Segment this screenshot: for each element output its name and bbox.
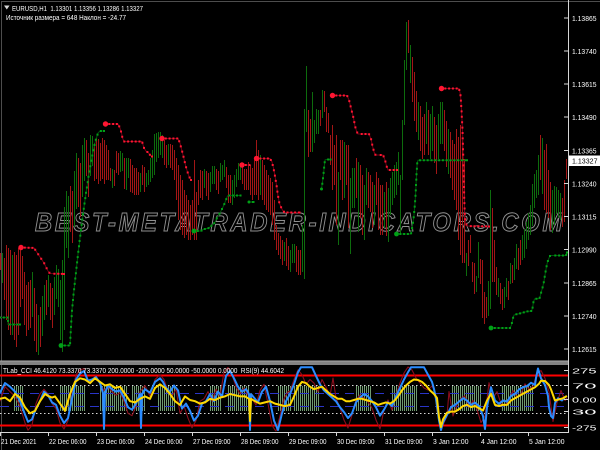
- svg-text:22 Dec 06:00: 22 Dec 06:00: [49, 437, 87, 446]
- svg-text:1.12990: 1.12990: [572, 245, 597, 254]
- svg-text:1.12615: 1.12615: [572, 345, 597, 354]
- svg-text:1.13615: 1.13615: [572, 80, 597, 89]
- svg-text:1.12740: 1.12740: [572, 312, 597, 321]
- svg-text:3 Jan 12:00: 3 Jan 12:00: [433, 437, 469, 446]
- svg-text:21 Dec 2021: 21 Dec 2021: [1, 437, 37, 446]
- svg-text:1.13490: 1.13490: [572, 113, 597, 122]
- svg-text:29 Dec 09:00: 29 Dec 09:00: [289, 437, 327, 446]
- svg-text:Источник размера = 648 Наклон: Источник размера = 648 Наклон = -24.77: [6, 13, 126, 22]
- svg-text:70: 70: [572, 381, 597, 390]
- svg-text:31 Dec 09:00: 31 Dec 09:00: [385, 437, 423, 446]
- svg-text:30: 30: [572, 407, 597, 416]
- svg-text:23 Dec 06:00: 23 Dec 06:00: [97, 437, 135, 446]
- svg-text:EURUSD,H1 1.13301 1.13356 1.1: EURUSD,H1 1.13301 1.13356 1.13286 1.1332…: [12, 4, 143, 13]
- svg-text:0.00: 0.00: [572, 395, 597, 404]
- svg-text:5 Jan 12:00: 5 Jan 12:00: [529, 437, 565, 446]
- svg-text:1.12865: 1.12865: [572, 279, 597, 288]
- svg-text:4 Jan 12:00: 4 Jan 12:00: [481, 437, 517, 446]
- svg-text:1.13740: 1.13740: [572, 47, 597, 56]
- svg-text:27 Dec 09:00: 27 Dec 09:00: [193, 437, 231, 446]
- svg-text:TLab_CCI 46.4120 73.3370 73.33: TLab_CCI 46.4120 73.3370 73.3370 200.000…: [3, 366, 284, 375]
- svg-text:1.13365: 1.13365: [572, 146, 597, 155]
- svg-text:1.13240: 1.13240: [572, 179, 597, 188]
- svg-text:1.13115: 1.13115: [572, 212, 597, 221]
- svg-text:1.13865: 1.13865: [572, 14, 597, 23]
- svg-text:24 Dec 06:00: 24 Dec 06:00: [145, 437, 183, 446]
- svg-text:275: 275: [572, 366, 597, 375]
- svg-text:28 Dec 09:00: 28 Dec 09:00: [241, 437, 279, 446]
- svg-text:30 Dec 09:00: 30 Dec 09:00: [337, 437, 375, 446]
- svg-text:1.13327: 1.13327: [572, 157, 598, 166]
- svg-text:-275: -275: [572, 423, 597, 432]
